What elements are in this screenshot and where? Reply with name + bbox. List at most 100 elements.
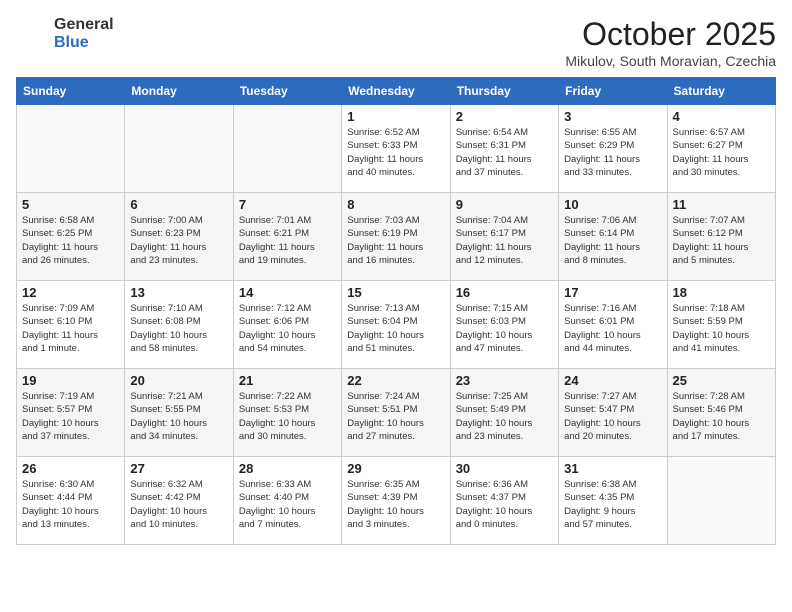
day-info: Sunrise: 7:06 AM Sunset: 6:14 PM Dayligh… — [564, 214, 661, 267]
day-number: 2 — [456, 109, 553, 124]
day-number: 8 — [347, 197, 444, 212]
calendar-cell: 14Sunrise: 7:12 AM Sunset: 6:06 PM Dayli… — [233, 281, 341, 369]
calendar-cell: 16 Sunrise: 7:15 AM Sunset: 6:03 PM Dayli… — [450, 281, 558, 369]
day-info: Sunrise: 6:38 AM Sunset: 4:35 PM Dayligh… — [564, 478, 661, 531]
day-header-row: SundayMondayTuesdayWednesdayThursdayFrid… — [17, 78, 776, 105]
calendar-cell: 2 Sunrise: 6:54 AM Sunset: 6:31 PM Daylig… — [450, 105, 558, 193]
day-header-monday: Monday — [125, 78, 233, 105]
day-number: 28 — [239, 461, 336, 476]
day-number: 17 — [564, 285, 661, 300]
day-info: Sunrise: 7:03 AM Sunset: 6:19 PM Dayligh… — [347, 214, 444, 267]
day-number: 10 — [564, 197, 661, 212]
day-number: 21 — [239, 373, 336, 388]
calendar-table: SundayMondayTuesdayWednesdayThursdayFrid… — [16, 77, 776, 545]
calendar-cell: 4 Sunrise: 6:57 AM Sunset: 6:27 PM Daylig… — [667, 105, 775, 193]
calendar-cell: 26 Sunrise: 6:30 AM Sunset: 4:44 PM Dayli… — [17, 457, 125, 545]
day-number: 22 — [347, 373, 444, 388]
day-number: 31 — [564, 461, 661, 476]
calendar-cell: 5Sunrise: 6:58 AM Sunset: 6:25 PM Daylig… — [17, 193, 125, 281]
day-info: Sunrise: 7:09 AM Sunset: 6:10 PM Dayligh… — [22, 302, 119, 355]
day-info: Sunrise: 7:19 AM Sunset: 5:57 PM Dayligh… — [22, 390, 119, 443]
day-number: 11 — [673, 197, 770, 212]
calendar-cell: 17Sunrise: 7:16 AM Sunset: 6:01 PM Dayli… — [559, 281, 667, 369]
day-number: 25 — [673, 373, 770, 388]
day-info: Sunrise: 7:10 AM Sunset: 6:08 PM Dayligh… — [130, 302, 227, 355]
day-number: 19 — [22, 373, 119, 388]
day-number: 16 — [456, 285, 553, 300]
day-number: 1 — [347, 109, 444, 124]
day-header-thursday: Thursday — [450, 78, 558, 105]
day-info: Sunrise: 7:01 AM Sunset: 6:21 PM Dayligh… — [239, 214, 336, 267]
calendar-cell: 11 Sunrise: 7:07 AM Sunset: 6:12 PM Dayli… — [667, 193, 775, 281]
day-number: 3 — [564, 109, 661, 124]
day-number: 26 — [22, 461, 119, 476]
day-number: 12 — [22, 285, 119, 300]
calendar-cell: 21 Sunrise: 7:22 AM Sunset: 5:53 PM Dayli… — [233, 369, 341, 457]
calendar-cell — [667, 457, 775, 545]
calendar-cell: 13 Sunrise: 7:10 AM Sunset: 6:08 PM Dayli… — [125, 281, 233, 369]
calendar-cell: 19 Sunrise: 7:19 AM Sunset: 5:57 PM Dayli… — [17, 369, 125, 457]
calendar-cell: 18 Sunrise: 7:18 AM Sunset: 5:59 PM Dayli… — [667, 281, 775, 369]
calendar-cell: 23 Sunrise: 7:25 AM Sunset: 5:49 PM Dayli… — [450, 369, 558, 457]
day-info: Sunrise: 6:32 AM Sunset: 4:42 PM Dayligh… — [130, 478, 227, 531]
day-header-wednesday: Wednesday — [342, 78, 450, 105]
calendar-cell: 20 Sunrise: 7:21 AM Sunset: 5:55 PM Dayli… — [125, 369, 233, 457]
month-title: October 2025 — [565, 16, 776, 53]
calendar-cell: 31 Sunrise: 6:38 AM Sunset: 4:35 PM Dayli… — [559, 457, 667, 545]
day-info: Sunrise: 7:28 AM Sunset: 5:46 PM Dayligh… — [673, 390, 770, 443]
day-info: Sunrise: 6:55 AM Sunset: 6:29 PM Dayligh… — [564, 126, 661, 179]
day-info: Sunrise: 7:00 AM Sunset: 6:23 PM Dayligh… — [130, 214, 227, 267]
calendar-cell: 24Sunrise: 7:27 AM Sunset: 5:47 PM Dayli… — [559, 369, 667, 457]
calendar-cell: 30 Sunrise: 6:36 AM Sunset: 4:37 PM Dayli… — [450, 457, 558, 545]
day-info: Sunrise: 7:24 AM Sunset: 5:51 PM Dayligh… — [347, 390, 444, 443]
calendar-cell: 10 Sunrise: 7:06 AM Sunset: 6:14 PM Dayli… — [559, 193, 667, 281]
day-info: Sunrise: 7:22 AM Sunset: 5:53 PM Dayligh… — [239, 390, 336, 443]
day-number: 7 — [239, 197, 336, 212]
day-info: Sunrise: 7:04 AM Sunset: 6:17 PM Dayligh… — [456, 214, 553, 267]
day-number: 27 — [130, 461, 227, 476]
calendar-cell: 9 Sunrise: 7:04 AM Sunset: 6:17 PM Daylig… — [450, 193, 558, 281]
day-header-saturday: Saturday — [667, 78, 775, 105]
week-row-1: 1 Sunrise: 6:52 AM Sunset: 6:33 PM Daylig… — [17, 105, 776, 193]
day-number: 23 — [456, 373, 553, 388]
day-info: Sunrise: 7:21 AM Sunset: 5:55 PM Dayligh… — [130, 390, 227, 443]
day-number: 14 — [239, 285, 336, 300]
calendar-cell: 6 Sunrise: 7:00 AM Sunset: 6:23 PM Daylig… — [125, 193, 233, 281]
day-number: 4 — [673, 109, 770, 124]
day-info: Sunrise: 6:33 AM Sunset: 4:40 PM Dayligh… — [239, 478, 336, 531]
week-row-3: 12 Sunrise: 7:09 AM Sunset: 6:10 PM Dayli… — [17, 281, 776, 369]
calendar-cell: 29Sunrise: 6:35 AM Sunset: 4:39 PM Dayli… — [342, 457, 450, 545]
day-info: Sunrise: 6:54 AM Sunset: 6:31 PM Dayligh… — [456, 126, 553, 179]
day-number: 6 — [130, 197, 227, 212]
day-header-tuesday: Tuesday — [233, 78, 341, 105]
logo: General Blue — [16, 16, 114, 52]
day-info: Sunrise: 6:52 AM Sunset: 6:33 PM Dayligh… — [347, 126, 444, 179]
day-info: Sunrise: 7:07 AM Sunset: 6:12 PM Dayligh… — [673, 214, 770, 267]
day-info: Sunrise: 7:18 AM Sunset: 5:59 PM Dayligh… — [673, 302, 770, 355]
day-number: 30 — [456, 461, 553, 476]
day-number: 18 — [673, 285, 770, 300]
location-title: Mikulov, South Moravian, Czechia — [565, 53, 776, 69]
week-row-4: 19 Sunrise: 7:19 AM Sunset: 5:57 PM Dayli… — [17, 369, 776, 457]
day-number: 20 — [130, 373, 227, 388]
calendar-cell: 7 Sunrise: 7:01 AM Sunset: 6:21 PM Daylig… — [233, 193, 341, 281]
calendar-cell: 28 Sunrise: 6:33 AM Sunset: 4:40 PM Dayli… — [233, 457, 341, 545]
calendar-cell: 3 Sunrise: 6:55 AM Sunset: 6:29 PM Daylig… — [559, 105, 667, 193]
calendar-cell: 15Sunrise: 7:13 AM Sunset: 6:04 PM Dayli… — [342, 281, 450, 369]
day-header-sunday: Sunday — [17, 78, 125, 105]
calendar-cell — [17, 105, 125, 193]
day-info: Sunrise: 7:15 AM Sunset: 6:03 PM Dayligh… — [456, 302, 553, 355]
day-number: 13 — [130, 285, 227, 300]
day-header-friday: Friday — [559, 78, 667, 105]
day-info: Sunrise: 6:36 AM Sunset: 4:37 PM Dayligh… — [456, 478, 553, 531]
day-info: Sunrise: 7:13 AM Sunset: 6:04 PM Dayligh… — [347, 302, 444, 355]
week-row-5: 26 Sunrise: 6:30 AM Sunset: 4:44 PM Dayli… — [17, 457, 776, 545]
day-info: Sunrise: 7:25 AM Sunset: 5:49 PM Dayligh… — [456, 390, 553, 443]
calendar-cell: 22 Sunrise: 7:24 AM Sunset: 5:51 PM Dayli… — [342, 369, 450, 457]
title-area: October 2025 Mikulov, South Moravian, Cz… — [565, 16, 776, 69]
day-info: Sunrise: 6:57 AM Sunset: 6:27 PM Dayligh… — [673, 126, 770, 179]
day-number: 29 — [347, 461, 444, 476]
calendar-cell: 25 Sunrise: 7:28 AM Sunset: 5:46 PM Dayli… — [667, 369, 775, 457]
day-number: 9 — [456, 197, 553, 212]
day-info: Sunrise: 6:30 AM Sunset: 4:44 PM Dayligh… — [22, 478, 119, 531]
